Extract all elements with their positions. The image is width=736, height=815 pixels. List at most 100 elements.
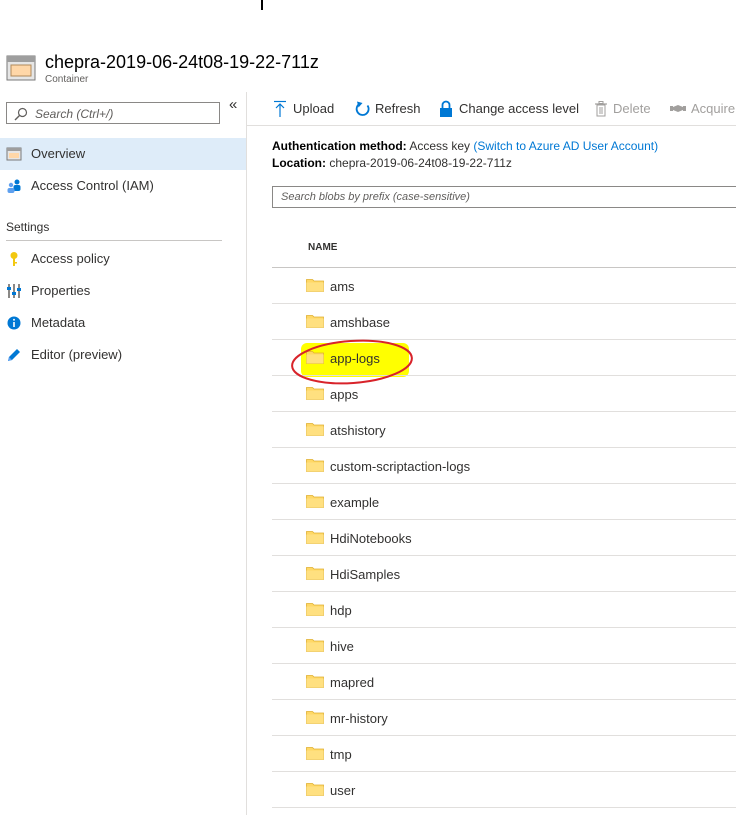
folder-name: user [330,783,356,798]
switch-auth-link[interactable]: (Switch to Azure AD User Account) [473,139,658,153]
divider [6,240,222,241]
change-access-level-button[interactable]: Change access level [439,100,579,118]
sidebar: Search (Ctrl+/) « Overview Access Contro… [0,92,247,815]
folder-icon [306,351,324,364]
folder-icon [306,783,324,796]
blob-search-placeholder: Search blobs by prefix (case-sensitive) [281,191,470,203]
sidebar-search-placeholder: Search (Ctrl+/) [35,107,114,121]
sidebar-item-metadata[interactable]: Metadata [0,307,246,339]
delete-label: Delete [613,101,651,116]
sidebar-item-editor[interactable]: Editor (preview) [0,339,246,371]
acquire-lease-label: Acquire [691,101,736,116]
search-icon [14,107,28,121]
folder-name: tmp [330,747,352,762]
table-row[interactable]: user [272,772,736,808]
sidebar-item-properties[interactable]: Properties [0,275,246,307]
command-toolbar: Upload Refresh Change access level Delet… [247,92,736,126]
folder-icon [306,531,324,544]
table-row[interactable]: hive [272,628,736,664]
column-header-name[interactable]: NAME [308,242,337,253]
folder-name: example [330,495,380,510]
folder-name: HdiSamples [330,567,401,582]
folder-name: apps [330,387,359,402]
divider [247,125,736,126]
sidebar-item-label: Editor (preview) [31,347,123,362]
upload-button[interactable]: Upload [273,100,337,118]
pencil-icon [8,349,20,361]
folder-icon [306,495,324,508]
table-row[interactable]: HdiNotebooks [272,520,736,556]
folder-name: hive [330,639,354,654]
delete-button[interactable]: Delete [594,100,654,118]
container-icon [6,55,36,81]
table-row[interactable]: mapred [272,664,736,700]
upload-icon [274,100,286,117]
auth-method-line: Authentication method: Access key (Switc… [272,139,658,153]
location-line: Location: chepra-2019-06-24t08-19-22-711… [272,156,512,170]
folder-icon [306,423,324,436]
folder-name: app-logs [330,351,380,366]
folder-name: mr-history [330,711,388,726]
auth-method-value: Access key [409,139,471,153]
sidebar-item-label: Metadata [31,315,86,330]
lock-icon [440,100,452,117]
info-icon [7,316,21,330]
table-row[interactable]: HdiSamples [272,556,736,592]
refresh-button[interactable]: Refresh [355,100,425,118]
sliders-icon [7,284,21,298]
folder-name: HdiNotebooks [330,531,412,546]
folder-name: hdp [330,603,352,618]
upload-label: Upload [293,101,335,116]
key-icon [10,252,18,266]
table-row[interactable]: apps [272,376,736,412]
folder-icon [306,603,324,616]
folder-name: ams [330,279,355,294]
refresh-icon [355,101,370,116]
table-row[interactable]: tmp [272,736,736,772]
sidebar-item-label: Properties [31,283,91,298]
folder-icon [306,747,324,760]
table-row[interactable]: app-logs [272,340,736,376]
location-label: Location: [272,156,326,170]
folder-name: custom-scriptaction-logs [330,459,471,474]
sidebar-item-label: Overview [31,146,86,161]
text-cursor-mark [261,0,263,10]
table-row[interactable]: custom-scriptaction-logs [272,448,736,484]
sidebar-item-overview[interactable]: Overview [0,138,246,170]
collapse-sidebar-button[interactable]: « [229,96,237,113]
folder-name: mapred [330,675,375,690]
folder-icon [306,675,324,688]
handshake-icon [670,105,686,112]
table-row[interactable]: example [272,484,736,520]
table-row[interactable]: mr-history [272,700,736,736]
sidebar-item-label: Access policy [31,251,110,266]
table-row[interactable]: amshbase [272,304,736,340]
table-row[interactable]: atshistory [272,412,736,448]
blob-prefix-search-input[interactable]: Search blobs by prefix (case-sensitive) [272,186,736,208]
folder-icon [306,639,324,652]
settings-section-heading: Settings [6,220,50,234]
sidebar-item-label: Access Control (IAM) [31,178,154,193]
change-access-level-label: Change access level [459,101,579,116]
page-subtitle: Container [45,74,89,85]
folder-icon [306,387,324,400]
location-value: chepra-2019-06-24t08-19-22-711z [329,156,512,170]
table-row[interactable]: ams [272,268,736,304]
auth-method-label: Authentication method: [272,139,407,153]
folder-icon [306,459,324,472]
folder-name: atshistory [330,423,386,438]
folder-icon [306,567,324,580]
refresh-label: Refresh [375,101,421,116]
folder-icon [306,315,324,328]
sidebar-item-access-policy[interactable]: Access policy [0,243,246,275]
table-row[interactable]: hdp [272,592,736,628]
acquire-lease-button[interactable]: Acquire [670,100,736,118]
page-title: chepra-2019-06-24t08-19-22-711z [45,52,319,72]
sidebar-item-access-control[interactable]: Access Control (IAM) [0,170,246,202]
folder-icon [306,279,324,292]
sidebar-search-input[interactable]: Search (Ctrl+/) [6,102,220,124]
folder-name: amshbase [330,315,390,330]
container-icon [6,147,22,161]
folder-icon [306,711,324,724]
people-icon [7,179,21,193]
